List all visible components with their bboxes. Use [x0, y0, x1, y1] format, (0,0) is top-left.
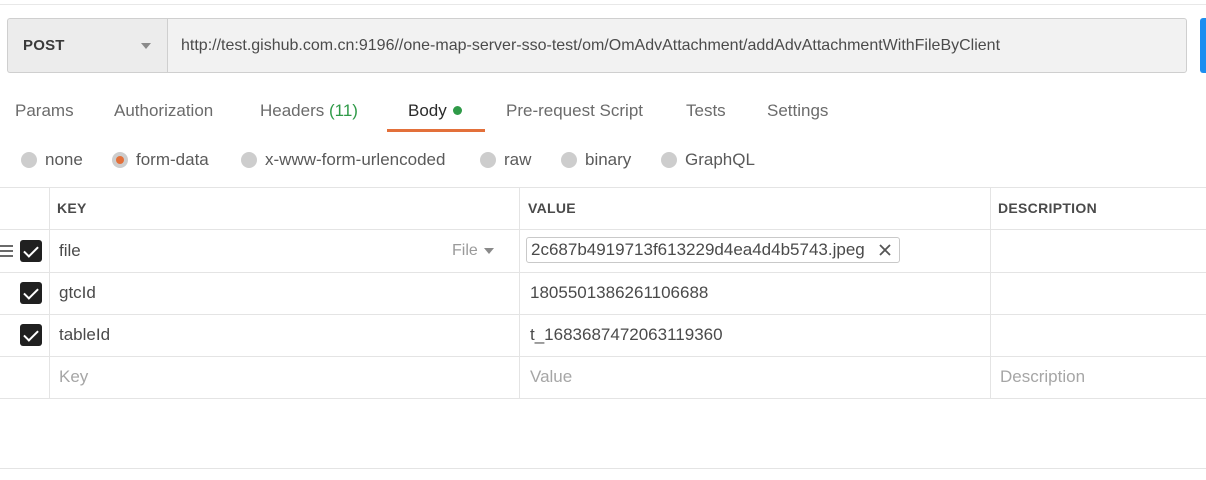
- key-input[interactable]: Key: [59, 356, 88, 398]
- column-divider: [49, 187, 50, 398]
- column-divider: [990, 187, 991, 398]
- row-checkbox[interactable]: [20, 240, 42, 262]
- radio-form-data[interactable]: form-data: [112, 146, 209, 174]
- radio-label: binary: [585, 150, 632, 169]
- key-cell[interactable]: tableId: [59, 314, 110, 356]
- tab-label: Authorization: [114, 101, 214, 120]
- tab-headers[interactable]: Headers (11): [260, 92, 358, 132]
- body-indicator-dot-icon: [452, 106, 462, 115]
- row-checkbox[interactable]: [20, 282, 42, 304]
- key-cell[interactable]: file: [59, 230, 81, 272]
- radio-label: GraphQL: [685, 150, 755, 169]
- radio-raw[interactable]: raw: [480, 146, 531, 174]
- active-tab-indicator: [387, 129, 485, 132]
- radio-selected-icon: [112, 152, 128, 168]
- drag-handle-icon[interactable]: [0, 245, 13, 257]
- key-type-select[interactable]: File: [452, 241, 494, 261]
- value-input[interactable]: Value: [530, 356, 572, 398]
- file-chip[interactable]: 2c687b4919713f613229d4ea4d4b5743.jpeg: [526, 237, 900, 263]
- request-tabs: Params Authorization Headers (11) Body P…: [0, 92, 1206, 132]
- radio-label: x-www-form-urlencoded: [265, 150, 446, 169]
- tab-label: Settings: [767, 101, 829, 120]
- radio-label: none: [45, 150, 83, 169]
- postman-request-panel: POST http://test.gishub.com.cn:9196//one…: [0, 0, 1206, 480]
- column-header-key: KEY: [57, 200, 87, 216]
- radio-label: raw: [504, 150, 532, 169]
- radio-none[interactable]: none: [21, 146, 83, 174]
- send-button[interactable]: [1200, 18, 1206, 73]
- tab-label: Params: [15, 101, 74, 120]
- close-icon[interactable]: [877, 242, 893, 258]
- radio-circle-icon: [561, 152, 577, 168]
- row-checkbox[interactable]: [20, 324, 42, 346]
- radio-circle-icon: [480, 152, 496, 168]
- column-header-description: DESCRIPTION: [998, 200, 1097, 216]
- method-label: POST: [23, 37, 65, 54]
- tab-label: Pre-request Script: [506, 101, 643, 120]
- radio-circle-icon: [661, 152, 677, 168]
- body-type-radio-group: none form-data x-www-form-urlencoded raw…: [0, 146, 1206, 174]
- radio-label: form-data: [136, 150, 209, 169]
- radio-x-www-form-urlencoded[interactable]: x-www-form-urlencoded: [241, 146, 445, 174]
- value-cell[interactable]: 1805501386261106688: [530, 272, 708, 314]
- url-input[interactable]: http://test.gishub.com.cn:9196//one-map-…: [167, 18, 1187, 73]
- headers-count-badge: (11): [329, 101, 358, 120]
- key-cell[interactable]: gtcId: [59, 272, 96, 314]
- tab-label: Headers: [260, 101, 325, 120]
- top-divider: [0, 4, 1206, 5]
- tab-label: Body: [408, 101, 447, 120]
- radio-graphql[interactable]: GraphQL: [661, 146, 755, 174]
- tab-label: Tests: [686, 101, 726, 120]
- tab-authorization[interactable]: Authorization: [114, 92, 213, 132]
- value-cell[interactable]: t_1683687472063119360: [530, 314, 723, 356]
- tab-settings[interactable]: Settings: [767, 92, 828, 132]
- radio-binary[interactable]: binary: [561, 146, 631, 174]
- radio-circle-icon: [241, 152, 257, 168]
- tab-tests[interactable]: Tests: [686, 92, 726, 132]
- table-border: [0, 398, 1206, 399]
- method-select[interactable]: POST: [7, 18, 167, 73]
- radio-circle-icon: [21, 152, 37, 168]
- url-text: http://test.gishub.com.cn:9196//one-map-…: [181, 36, 1001, 54]
- bottom-divider: [0, 468, 1206, 469]
- tab-pre-request-script[interactable]: Pre-request Script: [506, 92, 643, 132]
- tab-params[interactable]: Params: [15, 92, 74, 132]
- column-divider: [519, 187, 520, 398]
- file-name: 2c687b4919713f613229d4ea4d4b5743.jpeg: [531, 240, 865, 259]
- chevron-down-icon: [141, 43, 151, 49]
- column-header-value: VALUE: [528, 200, 576, 216]
- chevron-down-icon: [483, 248, 494, 254]
- key-type-label: File: [452, 242, 478, 259]
- description-input[interactable]: Description: [1000, 356, 1085, 398]
- tab-body[interactable]: Body: [408, 92, 462, 132]
